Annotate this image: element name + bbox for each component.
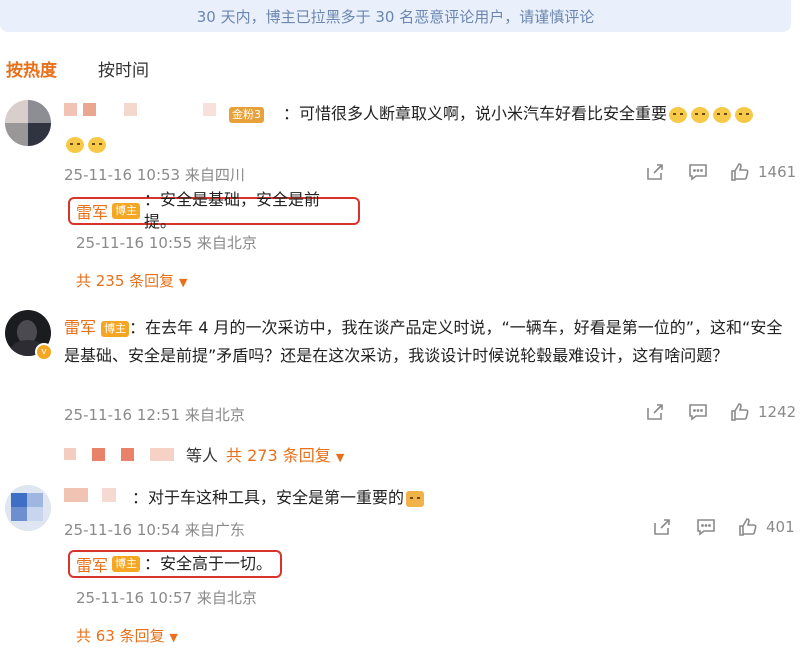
notice-text: 30 天内，博主已拉黑多于 30 名恶意评论用户，请谨慎评论	[196, 7, 595, 26]
like-count: 1242	[758, 403, 797, 421]
comment-icon	[696, 517, 716, 537]
comment-body: ：可惜很多人断章取义啊，说小米汽车好看比安全重要	[283, 104, 668, 123]
emoji-row	[64, 134, 108, 153]
comment-text: ：对于车这种工具，安全是第一重要的	[132, 484, 792, 512]
share-icon	[652, 517, 672, 537]
verified-icon: v	[35, 343, 53, 361]
comment-icon	[688, 162, 708, 182]
reply-count-label: 共 63 条回复	[76, 627, 165, 645]
comment-meta: 25-11-16 10:54 来自广东	[64, 521, 245, 539]
emoji-icon	[66, 136, 84, 153]
fan-badge-label: 金粉3	[229, 106, 264, 123]
emoji-icon	[88, 136, 106, 153]
reply-count-label: 共 273 条回复	[226, 446, 331, 465]
reply-preview-row[interactable]: 等人 共 273 条回复 ▼	[64, 442, 344, 466]
like-button[interactable]: 1242	[730, 402, 796, 422]
blogger-badge: 博主	[101, 320, 130, 337]
like-count: 401	[766, 518, 795, 536]
emoji-icon	[735, 106, 754, 123]
view-replies-link[interactable]: 共 273 条回复 ▼	[226, 442, 344, 466]
reply-text: ：安全是基础，安全是前提。	[144, 190, 321, 231]
comment-body: ：在去年 4 月的一次采访中，我在谈产品定义时说，“一辆车，好看是第一位的”，这…	[64, 318, 783, 365]
comment-meta: 25-11-16 10:53 来自四川	[64, 166, 245, 184]
blurred-username[interactable]	[64, 103, 216, 116]
blurred-username[interactable]	[64, 488, 116, 502]
share-icon	[645, 402, 665, 422]
pray-emoji-icon	[406, 490, 425, 507]
reply-count-label: 共 235 条回复	[76, 272, 175, 290]
comment-button[interactable]	[688, 402, 708, 422]
share-button[interactable]	[645, 162, 665, 182]
comment-meta: 25-11-16 12:51 来自北京	[64, 406, 245, 424]
highlighted-reply: 雷军 博主 ：安全高于一切。	[68, 550, 282, 578]
comment-button[interactable]	[696, 517, 716, 537]
tab-by-popularity[interactable]: 按热度	[6, 56, 57, 81]
comment-button[interactable]	[688, 162, 708, 182]
reply-text: ：安全高于一切。	[144, 554, 273, 573]
like-button[interactable]: 401	[738, 517, 795, 537]
like-count: 1461	[758, 163, 797, 181]
reply-author-name[interactable]: 雷军	[76, 552, 108, 576]
comment-text: 雷军 博主 ：在去年 4 月的一次采访中，我在谈产品定义时说，“一辆车，好看是第一…	[64, 314, 792, 370]
author-name[interactable]: 雷军	[64, 318, 96, 337]
replier-avatar-blur	[64, 448, 76, 460]
comment-body: ：对于车这种工具，安全是第一重要的	[132, 488, 405, 507]
comment-text: ：可惜很多人断章取义啊，说小米汽车好看比安全重要	[283, 100, 793, 128]
view-replies-link[interactable]: 共 63 条回复 ▼	[76, 625, 178, 646]
chevron-down-icon: ▼	[178, 276, 188, 289]
emoji-icon	[713, 106, 732, 123]
chevron-down-icon: ▼	[335, 451, 345, 464]
others-label: 等人	[186, 446, 219, 465]
emoji-icon	[669, 106, 688, 123]
emoji-icon	[691, 106, 710, 123]
avatar[interactable]	[5, 100, 51, 146]
fan-badge: 金粉3	[229, 104, 264, 123]
tab-by-time[interactable]: 按时间	[98, 56, 149, 81]
avatar[interactable]	[5, 485, 51, 531]
blogger-badge: 博主	[112, 203, 141, 219]
share-button[interactable]	[645, 402, 665, 422]
comment-icon	[688, 402, 708, 422]
blogger-badge: 博主	[112, 556, 141, 572]
highlighted-reply: 雷军 博主 ：安全是基础，安全是前提。	[68, 190, 360, 231]
thumbs-up-icon	[738, 517, 758, 537]
thumbs-up-icon	[730, 162, 750, 182]
replier-avatar-blur	[150, 447, 174, 461]
replier-avatar-blur	[92, 447, 105, 461]
share-button[interactable]	[652, 517, 672, 537]
like-button[interactable]: 1461	[730, 162, 796, 182]
view-replies-link[interactable]: 共 235 条回复 ▼	[76, 270, 187, 291]
chevron-down-icon: ▼	[169, 631, 178, 644]
replier-avatar-blur	[121, 447, 134, 461]
reply-author-name[interactable]: 雷军	[76, 199, 108, 223]
reply-meta: 25-11-16 10:55 来自北京	[76, 234, 257, 252]
blacklist-notice: 30 天内，博主已拉黑多于 30 名恶意评论用户，请谨慎评论	[0, 0, 791, 32]
thumbs-up-icon	[730, 402, 750, 422]
share-icon	[645, 162, 665, 182]
reply-meta: 25-11-16 10:57 来自北京	[76, 589, 257, 607]
